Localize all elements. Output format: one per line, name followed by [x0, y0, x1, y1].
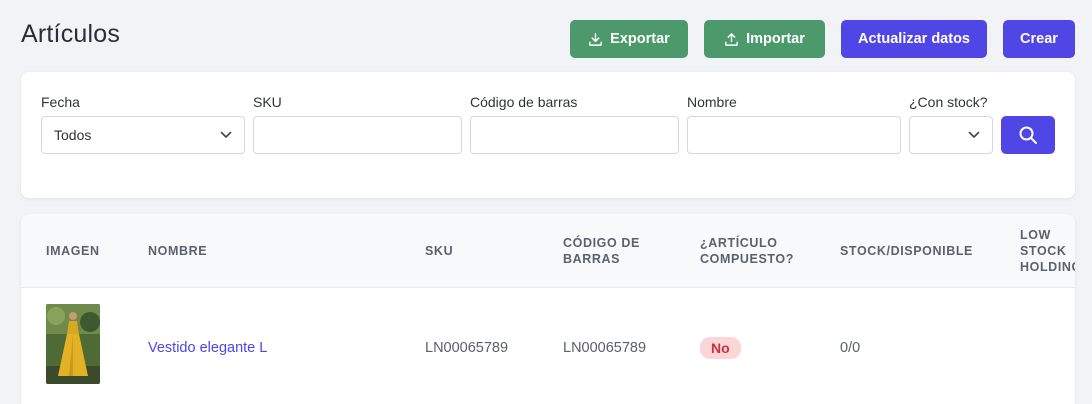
date-filter-select[interactable]: Todos: [41, 116, 245, 154]
search-button[interactable]: [1001, 116, 1055, 154]
import-button[interactable]: Importar: [704, 20, 825, 58]
filter-panel: Fecha Todos SKU Código de barras Nombre …: [21, 72, 1075, 198]
product-sku: LN00065789: [425, 340, 509, 356]
column-header-image: IMAGEN: [46, 244, 100, 258]
chevron-down-icon: [220, 131, 232, 138]
page-title: Artículos: [21, 20, 121, 48]
name-filter-input[interactable]: [687, 116, 901, 154]
table-row[interactable]: Vestido elegante L LN00065789 LN00065789…: [21, 288, 1075, 404]
product-image[interactable]: [46, 304, 100, 384]
search-icon: [1019, 126, 1037, 144]
upload-icon: [725, 32, 738, 46]
sku-filter-label: SKU: [253, 94, 282, 110]
product-barcode: LN00065789: [563, 340, 647, 356]
barcode-filter-label: Código de barras: [470, 94, 578, 110]
column-header-composite: ¿ARTÍCULO COMPUESTO?: [700, 236, 794, 266]
date-filter-label: Fecha: [41, 94, 80, 110]
name-filter-label: Nombre: [687, 94, 737, 110]
table-header: IMAGEN NOMBRE SKU CÓDIGO DE BARRAS ¿ARTÍ…: [21, 214, 1075, 288]
export-label: Exportar: [610, 31, 670, 47]
stock-filter-label: ¿Con stock?: [909, 94, 988, 110]
articles-table: IMAGEN NOMBRE SKU CÓDIGO DE BARRAS ¿ARTÍ…: [21, 214, 1075, 404]
download-icon: [589, 32, 602, 46]
barcode-filter-input[interactable]: [470, 116, 679, 154]
import-label: Importar: [746, 31, 805, 47]
product-stock: 0/0: [840, 340, 861, 356]
stock-filter-select[interactable]: [909, 116, 993, 154]
column-header-low-stock: LOW STOCK HOLDING: [1020, 228, 1075, 274]
create-button[interactable]: Crear: [1003, 20, 1075, 58]
column-header-stock: STOCK/DISPONIBLE: [840, 244, 973, 258]
composite-badge: No: [700, 337, 741, 359]
date-filter-value: Todos: [54, 127, 92, 143]
export-button[interactable]: Exportar: [570, 20, 688, 58]
column-header-name: NOMBRE: [148, 244, 208, 258]
refresh-data-button[interactable]: Actualizar datos: [841, 20, 987, 58]
chevron-down-icon: [968, 131, 980, 138]
product-name-link[interactable]: Vestido elegante L: [148, 340, 267, 356]
column-header-sku: SKU: [425, 244, 454, 258]
sku-filter-input[interactable]: [253, 116, 462, 154]
column-header-barcode: CÓDIGO DE BARRAS: [563, 236, 640, 266]
